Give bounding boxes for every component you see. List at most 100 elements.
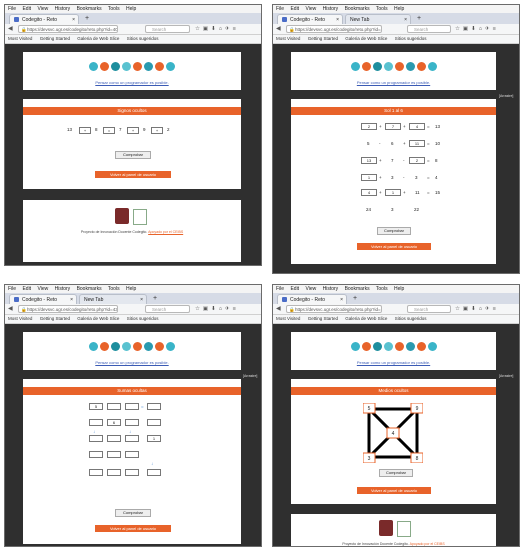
bookmark-most-visited[interactable]: Most Visited bbox=[8, 316, 32, 321]
subtitle-link[interactable]: Pensar como un programador es posible. bbox=[291, 360, 496, 365]
sum-cell[interactable]: 6 bbox=[107, 419, 121, 426]
grid-cell[interactable]: 4 bbox=[409, 123, 425, 130]
new-tab-button[interactable]: + bbox=[417, 14, 421, 24]
sign-select-1[interactable]: + bbox=[79, 127, 91, 134]
back-icon[interactable]: ◀ bbox=[8, 25, 13, 34]
search-input[interactable]: Search bbox=[145, 25, 190, 33]
grid-cell[interactable]: 13 bbox=[361, 157, 377, 164]
close-tab-icon[interactable]: × bbox=[72, 15, 75, 24]
menu-edit[interactable]: Edit bbox=[290, 6, 299, 12]
grid-cell[interactable]: 11 bbox=[409, 140, 425, 147]
sum-cell[interactable] bbox=[89, 451, 103, 458]
tab-reto[interactable]: Codegito - Reto × bbox=[277, 14, 343, 24]
menu-edit[interactable]: Edit bbox=[290, 286, 299, 292]
menu-history[interactable]: History bbox=[55, 286, 71, 292]
bookmark-sitios[interactable]: Sitios sugeridos bbox=[395, 36, 427, 41]
menu-view[interactable]: View bbox=[37, 6, 48, 12]
sum-cell[interactable] bbox=[147, 403, 161, 410]
menu-help[interactable]: Help bbox=[126, 286, 136, 292]
sign-select-2[interactable]: = bbox=[103, 127, 115, 134]
bookmark-galeria[interactable]: Galeria de Web Slice bbox=[345, 316, 387, 321]
toolbar-icons[interactable]: ☆▣⬇⌂✈≡ bbox=[195, 25, 239, 34]
tab-new[interactable]: New Tab × bbox=[345, 14, 411, 24]
bookmark-sitios[interactable]: Sitios sugeridos bbox=[127, 316, 159, 321]
sum-cell[interactable] bbox=[125, 469, 139, 476]
sum-cell[interactable] bbox=[89, 419, 103, 426]
bookmark-most-visited[interactable]: Most Visited bbox=[276, 316, 300, 321]
menu-help[interactable]: Help bbox=[394, 286, 404, 292]
sign-select-3[interactable]: + bbox=[127, 127, 139, 134]
menu-view[interactable]: View bbox=[305, 6, 316, 12]
menu-file[interactable]: File bbox=[276, 286, 284, 292]
bookmark-galeria[interactable]: Galeria de Web Slice bbox=[77, 316, 119, 321]
close-tab-icon[interactable]: × bbox=[404, 15, 407, 24]
footer-link-inline[interactable]: Apoyado por el CEIBS bbox=[410, 542, 445, 546]
tab-reto[interactable]: Codegito - Reto × bbox=[9, 14, 79, 24]
back-to-panel-button[interactable]: Volver al panel de usuario bbox=[357, 487, 431, 494]
grid-cell[interactable]: 7 bbox=[385, 123, 401, 130]
close-tab-icon[interactable]: × bbox=[70, 295, 73, 304]
menu-history[interactable]: History bbox=[323, 6, 339, 12]
search-input[interactable]: Search bbox=[407, 25, 451, 33]
back-icon[interactable]: ◀ bbox=[276, 25, 281, 34]
bookmark-galeria[interactable]: Galeria de Web Slice bbox=[345, 36, 387, 41]
new-tab-button[interactable]: + bbox=[153, 294, 157, 304]
menu-bookmarks[interactable]: Bookmarks bbox=[345, 286, 370, 292]
bookmark-galeria[interactable]: Galeria de Web Slice bbox=[77, 36, 119, 41]
menu-edit[interactable]: Edit bbox=[22, 286, 31, 292]
subtitle-link[interactable]: Pensar como un programador es posible. bbox=[291, 80, 496, 85]
grid-cell[interactable]: 4 bbox=[361, 189, 377, 196]
menu-bookmarks[interactable]: Bookmarks bbox=[77, 6, 102, 12]
sum-cell[interactable] bbox=[125, 403, 139, 410]
grid-cell[interactable]: 1 bbox=[385, 189, 401, 196]
tab-reto[interactable]: Codegito - Reto × bbox=[277, 294, 347, 304]
sum-cell[interactable] bbox=[107, 451, 121, 458]
bookmark-sitios[interactable]: Sitios sugeridos bbox=[395, 316, 427, 321]
tab-reto[interactable]: Codegito - Reto × bbox=[9, 294, 77, 304]
tab-new[interactable]: New Tab × bbox=[79, 294, 147, 304]
bookmark-getting-started[interactable]: Getting Started bbox=[40, 36, 70, 41]
sum-cell[interactable] bbox=[125, 419, 139, 426]
sum-cell[interactable] bbox=[107, 435, 121, 442]
back-icon[interactable]: ◀ bbox=[8, 305, 13, 314]
menu-file[interactable]: File bbox=[8, 286, 16, 292]
sum-cell[interactable] bbox=[107, 403, 121, 410]
menu-file[interactable]: File bbox=[8, 6, 16, 12]
menu-file[interactable]: File bbox=[276, 6, 284, 12]
menu-help[interactable]: Help bbox=[394, 6, 404, 12]
close-tab-icon[interactable]: × bbox=[340, 295, 343, 304]
menu-help[interactable]: Help bbox=[126, 6, 136, 12]
sum-cell[interactable] bbox=[89, 469, 103, 476]
subtitle-link[interactable]: Pensar como un programador es posible. bbox=[23, 360, 241, 365]
url-bar[interactable]: 🔒 https://devsvc.ugr.es/codegito/reto.php… bbox=[286, 25, 382, 33]
new-tab-button[interactable]: + bbox=[353, 294, 357, 304]
menu-bookmarks[interactable]: Bookmarks bbox=[345, 6, 370, 12]
url-bar[interactable]: 🔒 https://devsvc.ugr.es/codegito/reto.php… bbox=[18, 305, 118, 313]
bookmark-most-visited[interactable]: Most Visited bbox=[8, 36, 32, 41]
sign-select-4[interactable]: + bbox=[151, 127, 163, 134]
url-bar[interactable]: 🔒 https://devsvc.ugr.es/codegito/reto.php… bbox=[18, 25, 118, 33]
sum-cell[interactable]: 1 bbox=[147, 435, 161, 442]
menu-tools[interactable]: Tools bbox=[108, 286, 120, 292]
sum-cell[interactable] bbox=[125, 435, 139, 442]
check-button[interactable]: Comprobar bbox=[115, 509, 151, 517]
menu-view[interactable]: View bbox=[37, 286, 48, 292]
menu-history[interactable]: History bbox=[55, 6, 71, 12]
bookmark-sitios[interactable]: Sitios sugeridos bbox=[127, 36, 159, 41]
back-icon[interactable]: ◀ bbox=[276, 305, 281, 314]
back-to-panel-button[interactable]: Volver al panel de usuario bbox=[95, 171, 171, 178]
menu-view[interactable]: View bbox=[305, 286, 316, 292]
menu-edit[interactable]: Edit bbox=[22, 6, 31, 12]
check-button[interactable]: Comprobar bbox=[115, 151, 151, 159]
search-input[interactable]: Search bbox=[407, 305, 451, 313]
menu-tools[interactable]: Tools bbox=[376, 286, 388, 292]
menu-tools[interactable]: Tools bbox=[108, 6, 120, 12]
sum-cell[interactable] bbox=[107, 469, 121, 476]
footer-link-inline[interactable]: Apoyado por el CEIBS bbox=[148, 230, 183, 234]
bookmark-getting-started[interactable]: Getting Started bbox=[308, 36, 338, 41]
toolbar-icons[interactable]: ☆▣⬇⌂✈≡ bbox=[455, 25, 499, 34]
bookmark-getting-started[interactable]: Getting Started bbox=[40, 316, 70, 321]
back-to-panel-button[interactable]: Volver al panel de usuario bbox=[95, 525, 171, 532]
check-button[interactable]: Comprobar bbox=[377, 227, 411, 235]
close-tab-icon[interactable]: × bbox=[140, 295, 143, 304]
